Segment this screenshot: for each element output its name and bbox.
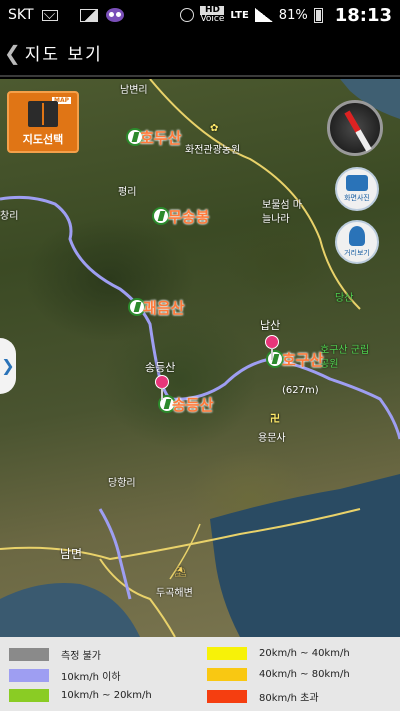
park-icon: ✿ xyxy=(210,123,219,134)
legend-swatch xyxy=(9,689,49,702)
mountain-label[interactable]: 송등산 xyxy=(172,394,213,415)
temple-icon: 卍 xyxy=(270,414,280,425)
owl-icon xyxy=(105,8,124,22)
legend-swatch xyxy=(207,690,247,703)
place-label: 보물섬 마늘나라 xyxy=(262,200,302,225)
street-view-label: 거리보기 xyxy=(344,249,370,257)
title-bar: ❮ 지도 보기 xyxy=(0,30,400,77)
voice-label: Voice xyxy=(200,14,225,24)
mountain-label[interactable]: 무송봉 xyxy=(168,206,209,227)
legend-swatch xyxy=(207,668,247,681)
side-panel-handle[interactable]: ❯ xyxy=(0,338,16,394)
carrier-label: SKT xyxy=(8,7,34,23)
sea-area xyxy=(210,474,400,637)
street-view-icon xyxy=(349,226,365,246)
road xyxy=(149,79,361,310)
legend-item: 측정 불가 xyxy=(9,647,101,662)
legend-label: 10km/h 이하 xyxy=(61,672,121,683)
legend-label: 20km/h ~ 40km/h xyxy=(259,648,350,659)
page-title: 지도 보기 xyxy=(24,45,103,65)
pin-label: 납산 xyxy=(260,319,281,332)
hd-voice-badge: HD Voice xyxy=(200,6,225,24)
mail-icon xyxy=(41,9,58,21)
chevron-left-icon[interactable]: ❮ xyxy=(4,41,21,65)
status-bar: SKT HD Voice LTE 81% 18:13 xyxy=(0,0,400,30)
battery-icon xyxy=(313,7,323,23)
map-book-icon xyxy=(28,101,58,127)
place-label: 평리 xyxy=(118,187,137,198)
place-label: (627m) xyxy=(282,385,319,396)
map-select-label: 지도선택 xyxy=(22,133,64,146)
place-label: 남변리 xyxy=(120,85,148,96)
legend-label: 40km/h ~ 80km/h xyxy=(259,669,350,680)
camera-button[interactable]: 화면사진 xyxy=(335,167,379,211)
legend-swatch xyxy=(207,647,247,660)
compass-icon[interactable] xyxy=(327,100,383,156)
place-label: 당항리 xyxy=(108,478,136,489)
legend-label: 측정 불가 xyxy=(61,651,101,662)
place-label: 호구산 군립공원 xyxy=(320,345,370,370)
place-label: 두곡해변 xyxy=(156,588,193,599)
place-label: 당산 xyxy=(335,293,354,304)
pin-icon[interactable] xyxy=(265,335,279,360)
legend-item: 20km/h ~ 40km/h xyxy=(207,647,350,660)
place-label: 용문사 xyxy=(258,433,286,444)
legend-item: 40km/h ~ 80km/h xyxy=(207,668,350,681)
legend-item: 10km/h ~ 20km/h xyxy=(9,689,152,702)
place-label: 화전관광농원 xyxy=(185,145,241,156)
legend-swatch xyxy=(9,648,49,661)
sea-area-2 xyxy=(0,583,140,637)
map-select-button[interactable]: MAP 지도선택 xyxy=(7,91,79,153)
beach-icon: ⛱ xyxy=(174,567,187,578)
pin-label: 송등산 xyxy=(145,361,176,374)
clock: 18:13 xyxy=(334,4,392,26)
photo-icon xyxy=(79,8,98,22)
alarm-icon xyxy=(180,8,195,22)
compass-needle xyxy=(344,110,372,152)
camera-icon xyxy=(346,175,368,191)
speed-legend: 측정 불가 10km/h 이하 10km/h ~ 20km/h 20km/h ~… xyxy=(0,637,400,711)
legend-item: 10km/h 이하 xyxy=(9,668,121,683)
battery-percent: 81% xyxy=(278,7,308,23)
place-label: 창리 xyxy=(0,211,19,222)
trail-line-2 xyxy=(98,508,132,600)
network-label: LTE xyxy=(230,9,249,21)
legend-label: 10km/h ~ 20km/h xyxy=(61,690,152,701)
legend-item: 80km/h 초과 xyxy=(207,689,319,704)
map-view[interactable]: MAP 지도선택 화면사진 거리보기 ❯ 남변리 화전관광농원 평리 보물섬 마… xyxy=(0,79,400,637)
signal-icon xyxy=(254,8,273,22)
legend-swatch xyxy=(9,669,49,682)
mountain-label[interactable]: 호두산 xyxy=(140,127,181,148)
mountain-label[interactable]: 호구산 xyxy=(282,349,323,370)
place-label: 남면 xyxy=(60,547,83,561)
pin-icon[interactable] xyxy=(155,375,169,400)
mountain-label[interactable]: 괘음산 xyxy=(143,297,184,318)
legend-label: 80km/h 초과 xyxy=(259,693,319,704)
camera-label: 화면사진 xyxy=(344,194,370,202)
street-view-button[interactable]: 거리보기 xyxy=(335,220,379,264)
